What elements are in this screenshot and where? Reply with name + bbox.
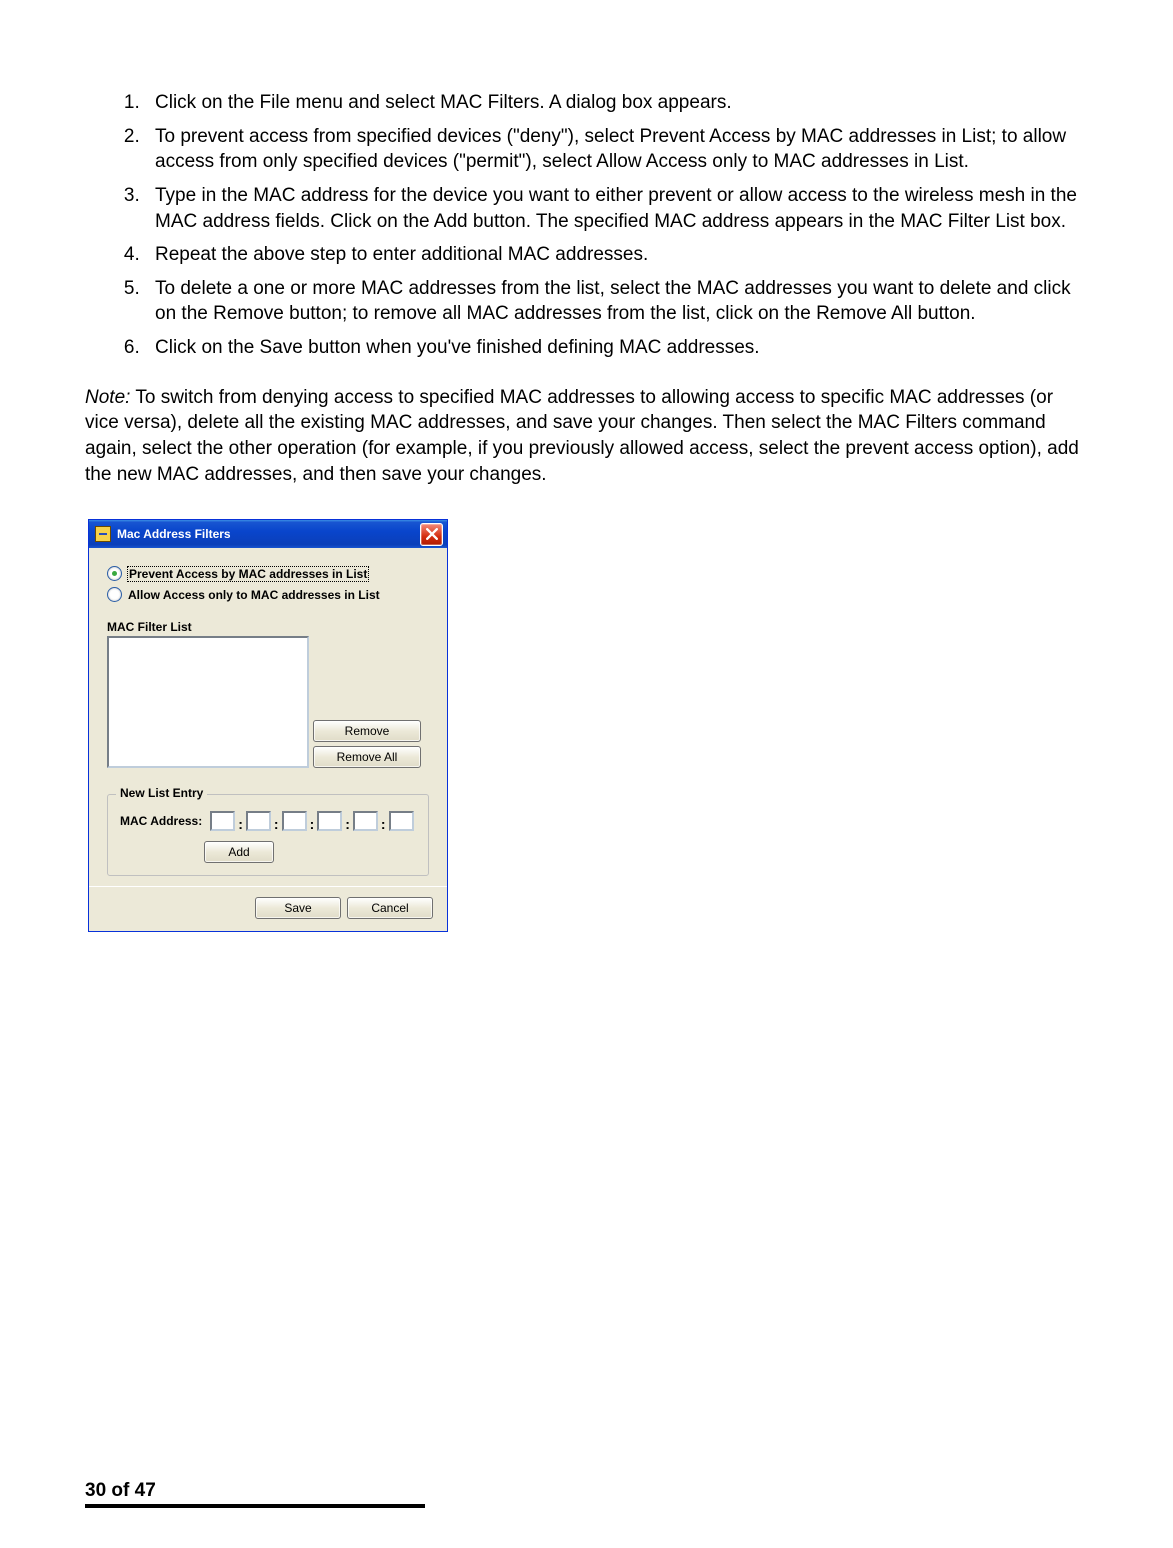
- radio-allow-row[interactable]: Allow Access only to MAC addresses in Li…: [107, 587, 429, 602]
- mac-octet-2[interactable]: [246, 811, 271, 831]
- close-button[interactable]: [420, 523, 443, 546]
- mac-sep: :: [274, 816, 279, 832]
- step-5: To delete a one or more MAC addresses fr…: [145, 276, 1088, 327]
- step-6: Click on the Save button when you've fin…: [145, 335, 1088, 361]
- cancel-button[interactable]: Cancel: [347, 897, 433, 919]
- note-label: Note:: [85, 387, 130, 408]
- dialog-titlebar[interactable]: Mac Address Filters: [89, 520, 447, 548]
- radio-allow[interactable]: [107, 587, 122, 602]
- instruction-list: Click on the File menu and select MAC Fi…: [85, 90, 1088, 361]
- step-1: Click on the File menu and select MAC Fi…: [145, 90, 1088, 116]
- app-icon: [95, 526, 111, 542]
- step-2: To prevent access from specified devices…: [145, 124, 1088, 175]
- new-list-entry-group: New List Entry MAC Address: : : : : :: [107, 794, 429, 876]
- radio-prevent[interactable]: [107, 566, 122, 581]
- new-list-entry-label: New List Entry: [116, 786, 207, 800]
- mac-sep: :: [310, 816, 315, 832]
- mac-sep: :: [345, 816, 350, 832]
- radio-prevent-label: Prevent Access by MAC addresses in List: [128, 567, 368, 581]
- mac-address-label: MAC Address:: [120, 814, 202, 828]
- mac-octet-4[interactable]: [317, 811, 342, 831]
- save-button[interactable]: Save: [255, 897, 341, 919]
- mac-octet-5[interactable]: [353, 811, 378, 831]
- step-4: Repeat the above step to enter additiona…: [145, 242, 1088, 268]
- radio-allow-label: Allow Access only to MAC addresses in Li…: [128, 588, 380, 602]
- close-icon: [426, 528, 438, 540]
- mac-sep: :: [238, 816, 243, 832]
- mac-filter-list-label: MAC Filter List: [107, 620, 429, 634]
- remove-all-button[interactable]: Remove All: [313, 746, 421, 768]
- mac-octet-1[interactable]: [210, 811, 235, 831]
- mac-filters-dialog: Mac Address Filters Prevent Access by MA…: [88, 519, 448, 932]
- dialog-title: Mac Address Filters: [117, 527, 420, 541]
- page-number: 30 of 47: [85, 1480, 425, 1508]
- step-3: Type in the MAC address for the device y…: [145, 183, 1088, 234]
- add-button[interactable]: Add: [204, 841, 274, 863]
- mac-sep: :: [381, 816, 386, 832]
- mac-octet-6[interactable]: [389, 811, 414, 831]
- mac-filter-listbox[interactable]: [107, 636, 309, 768]
- remove-button[interactable]: Remove: [313, 720, 421, 742]
- radio-prevent-row[interactable]: Prevent Access by MAC addresses in List: [107, 566, 429, 581]
- note-paragraph: Note: To switch from denying access to s…: [85, 385, 1088, 488]
- note-body: To switch from denying access to specifi…: [85, 387, 1079, 485]
- mac-octet-3[interactable]: [282, 811, 307, 831]
